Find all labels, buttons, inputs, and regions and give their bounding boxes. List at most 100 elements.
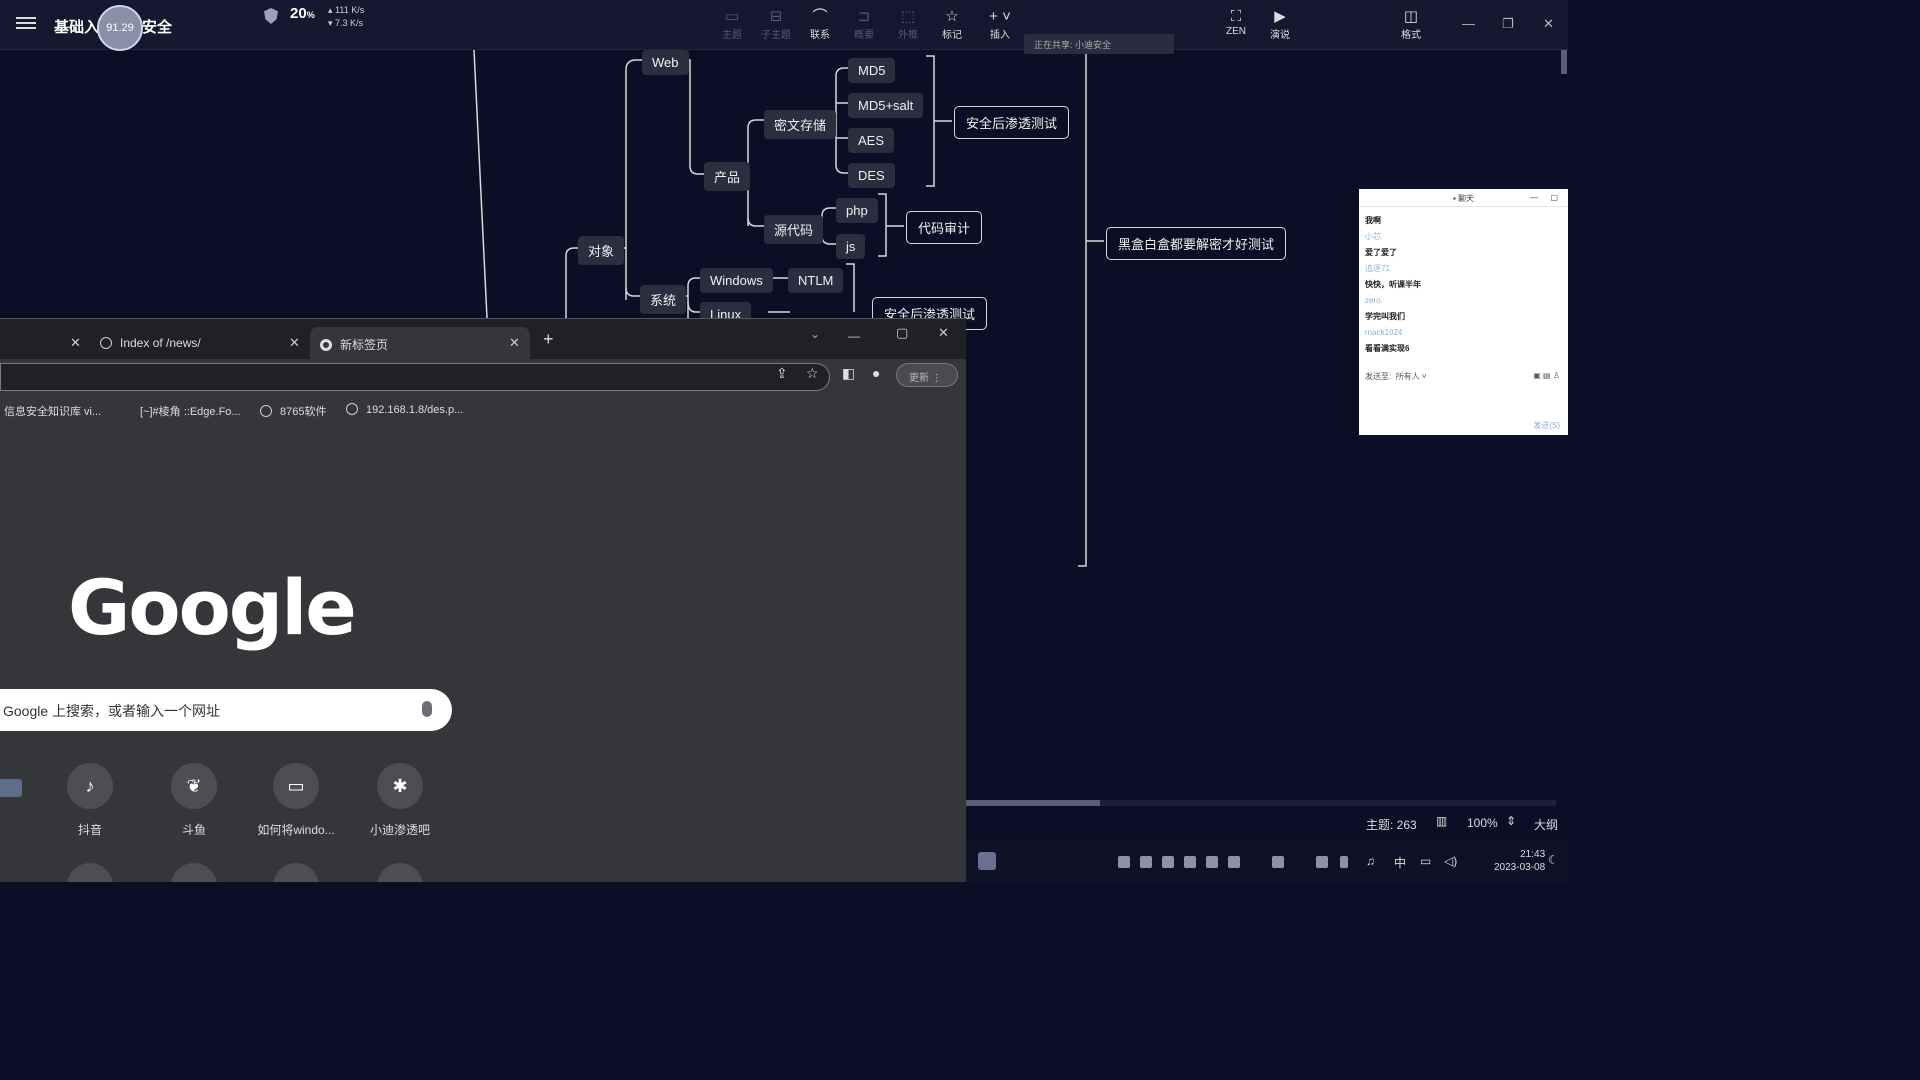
- topic-count: 主题: 263: [1366, 818, 1417, 832]
- tab-close-icon[interactable]: ✕: [70, 335, 81, 351]
- browser-close-icon[interactable]: ✕: [938, 325, 949, 341]
- tray-icon[interactable]: [1228, 856, 1240, 868]
- omnibox[interactable]: [0, 363, 830, 391]
- topic-button[interactable]: ▭ 主题: [710, 8, 754, 41]
- send-button[interactable]: 发送(S): [1533, 420, 1560, 431]
- update-chip[interactable]: 更新 ⋮: [896, 363, 958, 387]
- zen-button[interactable]: ⛶ ZEN: [1214, 8, 1258, 37]
- node-target[interactable]: 对象: [578, 236, 625, 265]
- node-php[interactable]: php: [836, 198, 878, 223]
- tab-1[interactable]: ✕: [0, 327, 90, 359]
- tab-close-icon[interactable]: ✕: [509, 335, 520, 351]
- tray-icon[interactable]: [1118, 856, 1130, 868]
- subtopic-button[interactable]: ⊟ 子主题: [754, 8, 798, 41]
- browser-maximize-icon[interactable]: ▢: [896, 325, 908, 341]
- ime-indicator[interactable]: 中: [1394, 854, 1406, 871]
- clock[interactable]: 21:43 2023-03-08: [1494, 848, 1545, 874]
- tray-icon[interactable]: [1340, 856, 1348, 868]
- side-tab-icon[interactable]: [0, 779, 22, 797]
- tab-news-index[interactable]: Index of /news/ ✕: [100, 327, 310, 359]
- node-windows[interactable]: Windows: [700, 268, 773, 293]
- node-cipher-storage[interactable]: 密文存储: [764, 110, 837, 139]
- browser-minimize-icon[interactable]: —: [848, 329, 860, 343]
- zoom-level[interactable]: 100%: [1467, 816, 1498, 830]
- boundary-button[interactable]: ⬚ 外框: [886, 8, 930, 41]
- new-tab-plus-icon[interactable]: +: [543, 329, 554, 350]
- shortcut-windows-guide[interactable]: ▭ 如何将windo...: [246, 763, 346, 838]
- hamburger-menu-icon[interactable]: [16, 14, 36, 34]
- node-des[interactable]: DES: [848, 163, 895, 188]
- node-ntlm[interactable]: NTLM: [788, 268, 844, 293]
- tray-icon[interactable]: [1206, 856, 1218, 868]
- shortcut-row2-icon[interactable]: [171, 863, 217, 882]
- node-md5-salt[interactable]: MD5+salt: [848, 93, 924, 118]
- insert-button[interactable]: + ˅ 插入: [978, 8, 1022, 41]
- bookmark-item[interactable]: 192.168.1.8/des.p...: [346, 403, 463, 416]
- close-icon[interactable]: ✕: [1543, 16, 1554, 32]
- tab-close-icon[interactable]: ✕: [289, 335, 300, 351]
- notification-icon[interactable]: ☾: [1548, 853, 1559, 867]
- node-blackbox-whitebox[interactable]: 黑盒白盒都要解密才好测试: [1106, 227, 1287, 260]
- topic-label: 主题: [722, 30, 742, 41]
- node-after-test-1[interactable]: 安全后渗透测试: [954, 106, 1070, 139]
- marker-button[interactable]: ☆ 标记: [930, 8, 974, 41]
- node-product[interactable]: 产品: [704, 162, 751, 191]
- profile-icon[interactable]: ●: [872, 365, 880, 381]
- speed-overlay-badge: 91.29: [97, 5, 143, 51]
- chat-tools-icon[interactable]: ▣ ▤ ♙: [1533, 371, 1560, 380]
- node-code-audit[interactable]: 代码审计: [906, 211, 983, 244]
- shortcut-xiaodi[interactable]: ✱ 小迪渗透吧: [350, 763, 450, 838]
- side-panel-icon[interactable]: ◧: [842, 365, 855, 382]
- relation-button[interactable]: ⌒ 联系: [798, 8, 842, 41]
- vertical-scrollbar[interactable]: [1561, 50, 1567, 74]
- tab-new-tab[interactable]: 新标签页 ✕: [310, 327, 530, 359]
- tray-icon[interactable]: [1162, 856, 1174, 868]
- bookmark-star-icon[interactable]: ☆: [806, 365, 819, 382]
- node-system[interactable]: 系统: [640, 285, 687, 314]
- format-button[interactable]: ◫ 格式: [1389, 8, 1433, 41]
- summary-button[interactable]: ⊐ 概要: [842, 8, 886, 41]
- shortcut-label: 斗鱼: [181, 823, 206, 837]
- bookmark-item[interactable]: 8765软件: [260, 403, 326, 419]
- shortcut-douyu[interactable]: ❦ 斗鱼: [144, 763, 244, 838]
- node-js[interactable]: js: [836, 234, 866, 259]
- meeting-share-status[interactable]: 正在共享: 小迪安全: [1024, 34, 1174, 54]
- cpu-percent: 20: [290, 5, 307, 22]
- restore-icon[interactable]: ❐: [1502, 16, 1514, 32]
- outline-button[interactable]: 大纲: [1534, 816, 1558, 833]
- clock-date: 2023-03-08: [1494, 862, 1546, 873]
- douyu-icon: ❦: [171, 763, 217, 809]
- shortcut-row2-icon[interactable]: [377, 863, 423, 882]
- chat-message: 快快，听课半年: [1365, 280, 1421, 289]
- google-search-input[interactable]: Google 上搜索，或者输入一个网址: [0, 689, 452, 731]
- app-pinned-icon[interactable]: [978, 852, 996, 870]
- tray-icon[interactable]: [1184, 856, 1196, 868]
- node-web[interactable]: Web: [642, 50, 689, 75]
- send-to-selector[interactable]: 发送至: 所有人 ˅: [1365, 371, 1427, 382]
- chat-minimize-icon[interactable]: —: [1530, 193, 1538, 202]
- shortcut-douyin[interactable]: ♪ 抖音: [40, 763, 140, 838]
- tray-icon[interactable]: [1272, 856, 1284, 868]
- minimize-icon[interactable]: —: [1462, 16, 1475, 31]
- shortcut-row2-icon[interactable]: [273, 863, 319, 882]
- microphone-icon[interactable]: [422, 701, 432, 717]
- network-icon[interactable]: ▭: [1420, 854, 1431, 868]
- microphone-tray-icon[interactable]: ♫: [1366, 854, 1375, 868]
- node-source-code[interactable]: 源代码: [764, 215, 824, 244]
- node-aes[interactable]: AES: [848, 128, 895, 153]
- marker-label: 标记: [942, 30, 962, 41]
- shortcut-row2-icon[interactable]: [67, 863, 113, 882]
- tray-icon[interactable]: [1140, 856, 1152, 868]
- zoom-stepper-icon[interactable]: ⇕: [1506, 814, 1516, 828]
- node-md5[interactable]: MD5: [848, 58, 896, 83]
- bookmark-item[interactable]: [~]#棱角 ::Edge.Fo...: [140, 403, 241, 419]
- tab-search-chevron-icon[interactable]: ⌄: [810, 327, 820, 341]
- present-button[interactable]: ▶ 演说: [1258, 8, 1302, 41]
- share-icon[interactable]: ⇪: [776, 365, 788, 382]
- volume-icon[interactable]: ◁): [1444, 854, 1457, 868]
- chat-maximize-icon[interactable]: ▢: [1550, 193, 1558, 202]
- map-view-icon[interactable]: ▥: [1436, 814, 1447, 828]
- tray-icon[interactable]: [1316, 856, 1328, 868]
- bookmark-item[interactable]: 信息安全知识库 vi...: [4, 403, 101, 419]
- desktop: Web 产品 密文存储 MD5 MD5+salt AES DES 安全后渗透测试…: [0, 0, 1568, 882]
